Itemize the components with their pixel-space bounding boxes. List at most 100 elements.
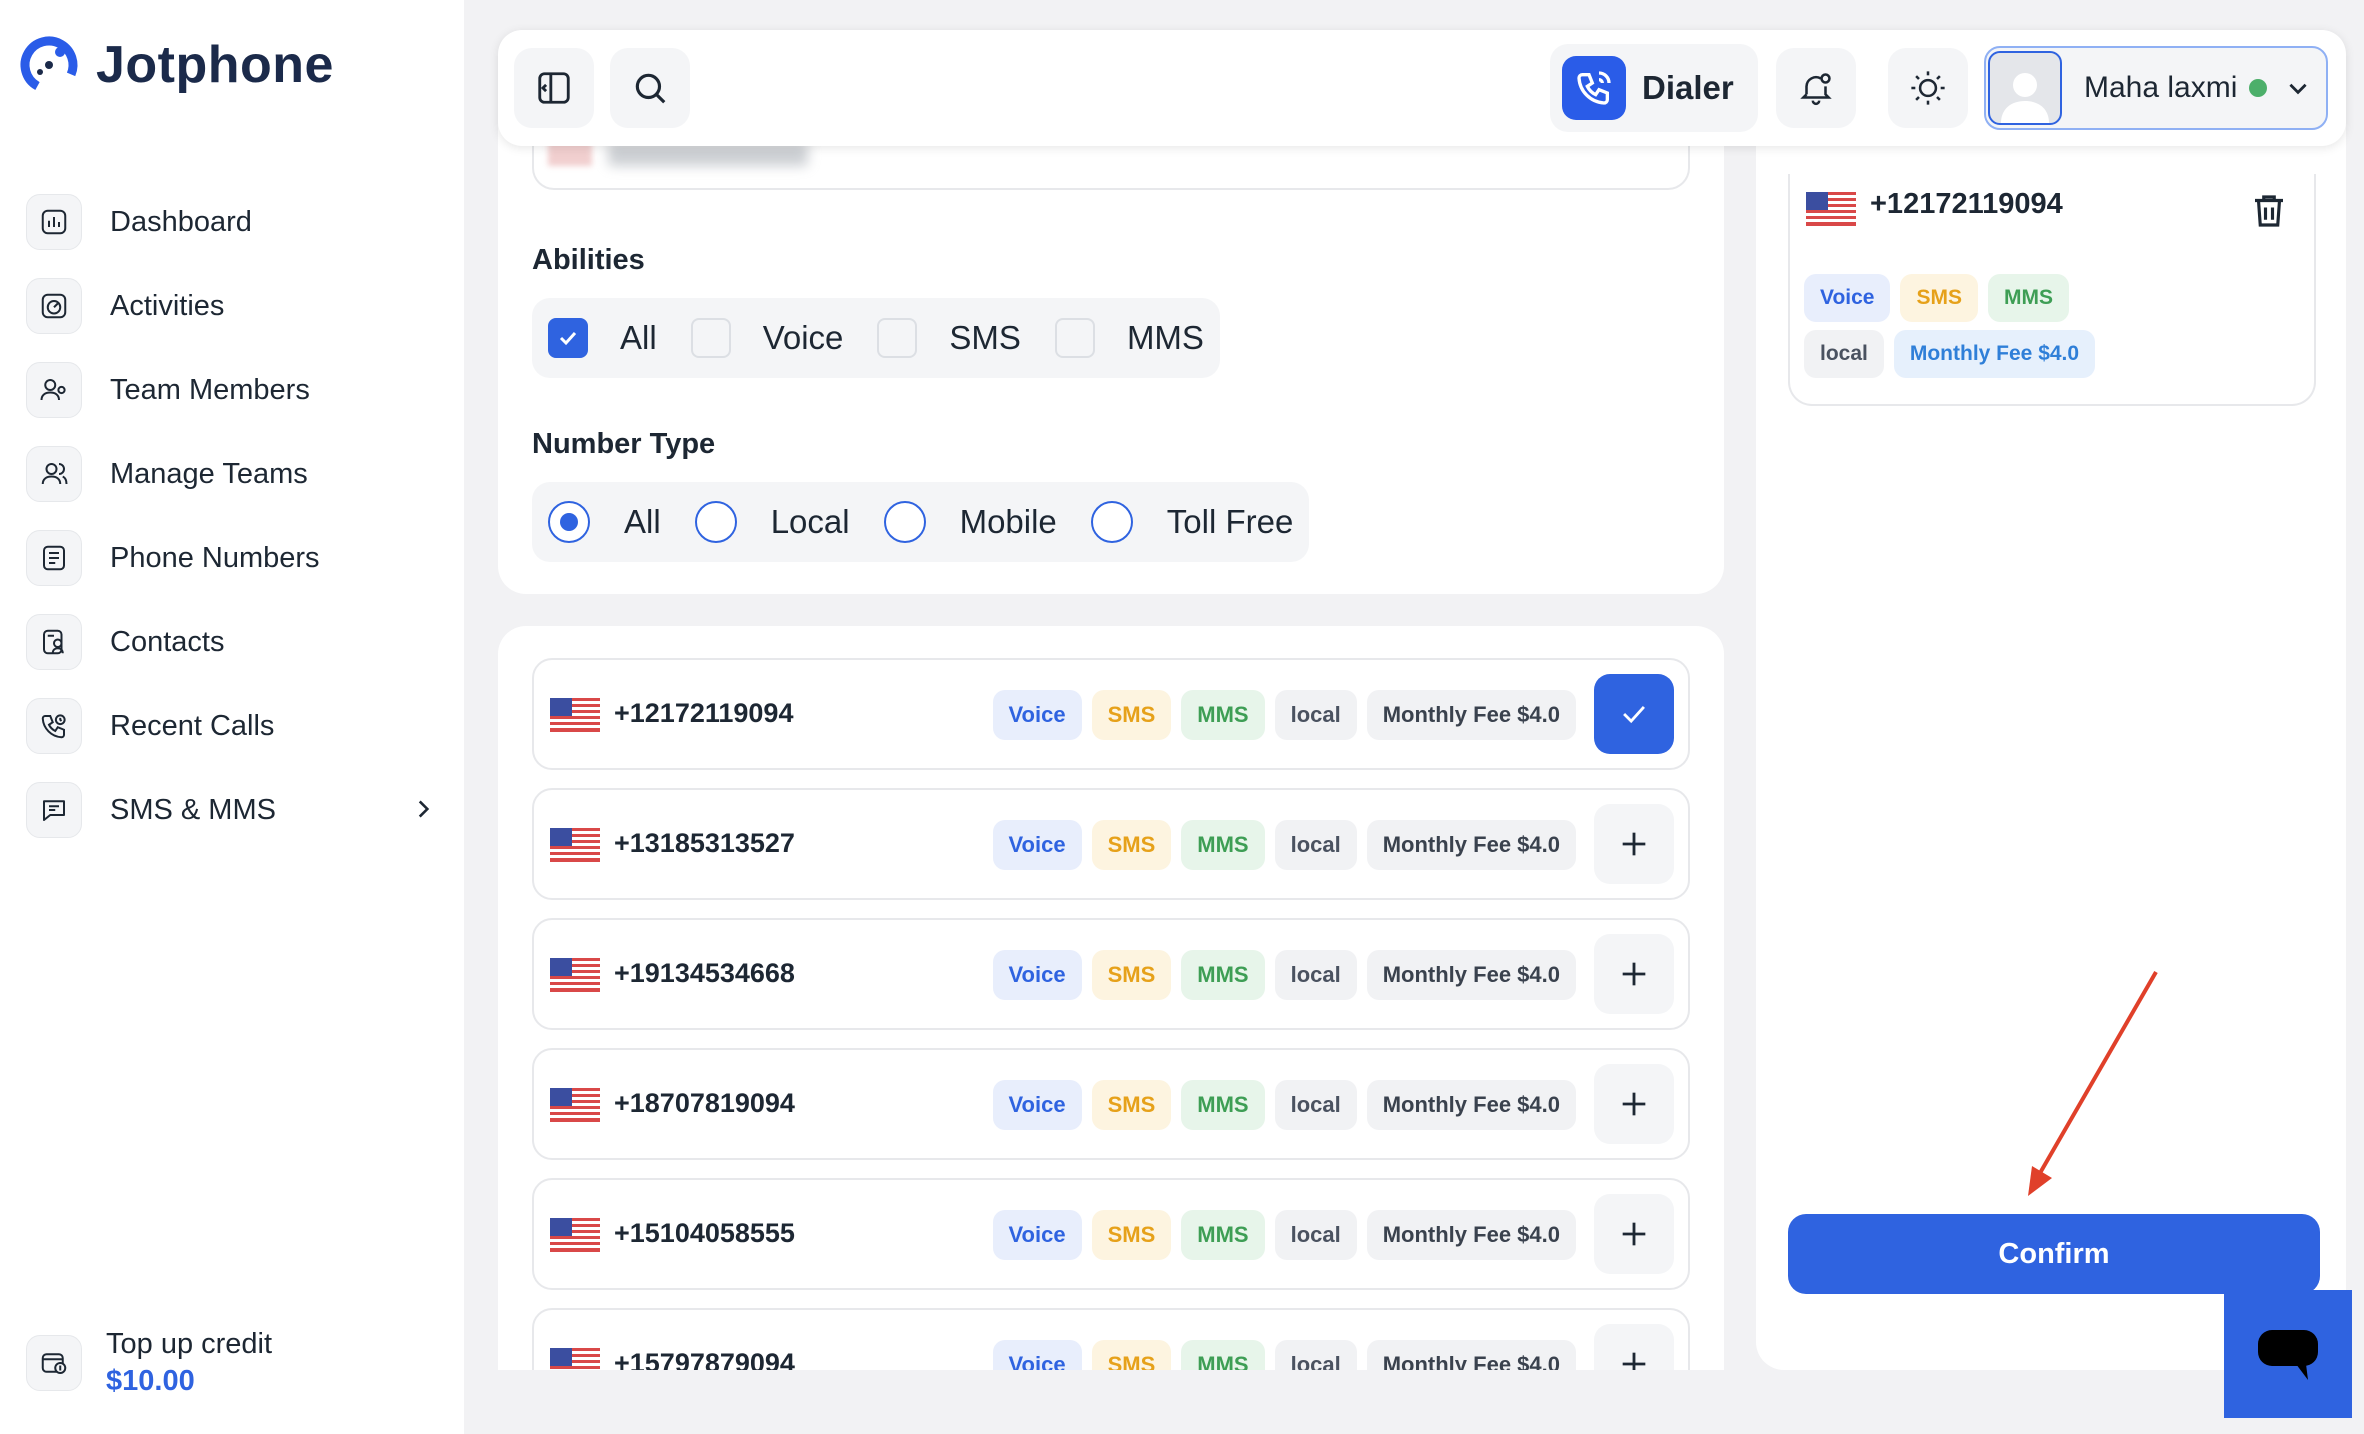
recent-calls-icon [26,698,82,754]
add-number-button[interactable] [1594,934,1674,1014]
number-tags: Voice SMS MMS local Monthly Fee $4.0 [992,690,1576,740]
ability-option-all[interactable]: All [548,318,657,358]
mms-tag: MMS [1181,1080,1265,1130]
contacts-icon [26,614,82,670]
number-row[interactable]: +12172119094 Voice SMS MMS local Monthly… [532,658,1690,770]
sidebar-item-label: Manage Teams [110,457,308,490]
add-number-button[interactable] [1594,1064,1674,1144]
top-up-credit[interactable]: Top up credit $10.00 [26,1328,272,1398]
number-type-option-toll-free[interactable]: Toll Free [1090,501,1293,543]
number-type-option-mobile[interactable]: Mobile [883,501,1057,543]
number-row[interactable]: +19134534668 Voice SMS MMS local Monthly… [532,918,1690,1030]
phone-number: +15104058555 [614,1218,795,1248]
plus-icon [1622,1092,1646,1116]
plus-icon [1622,1222,1646,1246]
confirm-button[interactable]: Confirm [1788,1214,2320,1294]
notifications-button[interactable] [1776,48,1856,128]
radio[interactable] [883,501,926,543]
checkbox-checked[interactable] [548,318,588,358]
number-row[interactable]: +15797879094 Voice SMS MMS local Monthly… [532,1308,1690,1370]
chevron-down-icon[interactable] [2285,75,2311,101]
radio[interactable] [1090,501,1133,543]
sms-tag: SMS [1091,820,1172,870]
jotphone-logo-icon [20,36,78,94]
option-label: Voice [762,319,844,356]
voice-tag: Voice [992,820,1082,870]
voice-tag: Voice [1804,274,1891,322]
user-menu[interactable]: Maha laxmi [1984,46,2328,130]
add-number-button[interactable] [1594,804,1674,884]
checkbox[interactable] [877,318,918,358]
option-label: All [620,319,657,356]
dialer-label: Dialer [1642,69,1734,106]
local-tag: local [1804,330,1884,378]
trash-icon[interactable] [2248,190,2290,232]
sidebar-item-team-members[interactable]: Team Members [26,348,446,432]
app-logo[interactable]: Jotphone [16,32,334,98]
monthly-fee-tag: Monthly Fee $4.0 [1366,950,1576,1000]
number-tags: Voice SMS MMS local Monthly Fee $4.0 [992,1080,1576,1130]
dialer-button[interactable]: Dialer [1550,44,1758,132]
wallet-icon [26,1335,82,1391]
dashboard-icon [26,194,82,250]
local-tag: local [1274,1340,1357,1370]
sidebar-item-manage-teams[interactable]: Manage Teams [26,432,446,516]
search-icon [635,73,666,104]
sidebar-item-contacts[interactable]: Contacts [26,600,446,684]
sidebar-nav: Dashboard Activities Team Members Manage… [26,180,446,852]
search-button[interactable] [610,48,690,128]
number-tags: Voice SMS MMS local Monthly Fee $4.0 [992,950,1576,1000]
chat-widget-button[interactable] [2224,1290,2352,1418]
number-type-title: Number Type [532,428,716,460]
mms-tag: MMS [1181,690,1265,740]
chevron-right-icon[interactable] [410,796,436,822]
sms-tag: SMS [1900,274,1978,322]
sidebar-item-sms-mms[interactable]: SMS & MMS [26,768,446,852]
local-tag: local [1274,1210,1357,1260]
plus-icon [1622,832,1646,856]
phone-call-icon [1562,56,1626,120]
number-type-option-all[interactable]: All [548,501,661,543]
us-flag-icon [550,1218,600,1252]
voice-tag: Voice [992,1210,1082,1260]
sidebar-item-phone-numbers[interactable]: Phone Numbers [26,516,446,600]
abilities-title: Abilities [532,244,645,276]
activities-icon [26,278,82,334]
phone-number: +18707819094 [614,1088,795,1118]
sidebar-item-recent-calls[interactable]: Recent Calls [26,684,446,768]
number-type-options: All Local Mobile Toll Free [532,482,1310,562]
sidebar-item-activities[interactable]: Activities [26,264,446,348]
ability-option-voice[interactable]: Voice [690,318,844,358]
sidebar: Jotphone Dashboard Activities Team Membe… [0,0,464,1434]
number-row[interactable]: +18707819094 Voice SMS MMS local Monthly… [532,1048,1690,1160]
us-flag-icon [550,1348,600,1370]
option-label: Mobile [959,503,1057,540]
number-tags: Voice SMS MMS local Monthly Fee $4.0 [992,1340,1576,1370]
toggle-sidebar-button[interactable] [514,48,594,128]
number-row[interactable]: +15104058555 Voice SMS MMS local Monthly… [532,1178,1690,1290]
radio[interactable] [694,501,737,543]
add-number-button[interactable] [1594,1194,1674,1274]
ability-option-sms[interactable]: SMS [877,318,1021,358]
voice-tag: Voice [992,950,1082,1000]
number-type-option-local[interactable]: Local [694,501,850,543]
abilities-options: All Voice SMS MMS [532,298,1220,378]
selected-check-button[interactable] [1594,674,1674,754]
sidebar-item-dashboard[interactable]: Dashboard [26,180,446,264]
sms-tag: SMS [1091,950,1172,1000]
option-label: MMS [1126,319,1204,356]
sms-tag: SMS [1091,1210,1172,1260]
local-tag: local [1274,820,1357,870]
us-flag-icon [550,828,600,862]
theme-toggle-button[interactable] [1888,48,1968,128]
radio-selected[interactable] [548,501,590,543]
add-number-button[interactable] [1594,1324,1674,1370]
checkbox[interactable] [1054,318,1095,358]
number-row[interactable]: +13185313527 Voice SMS MMS local Monthly… [532,788,1690,900]
number-tags: Voice SMS MMS local Monthly Fee $4.0 [992,1210,1576,1260]
checkbox[interactable] [690,318,731,358]
filters-panel: Abilities All Voice SMS MMS Number Type … [498,90,1724,594]
ability-option-mms[interactable]: MMS [1054,318,1204,358]
phone-number: +15797879094 [614,1348,795,1370]
selected-number-tags: Voice SMS MMS [1804,274,2069,322]
